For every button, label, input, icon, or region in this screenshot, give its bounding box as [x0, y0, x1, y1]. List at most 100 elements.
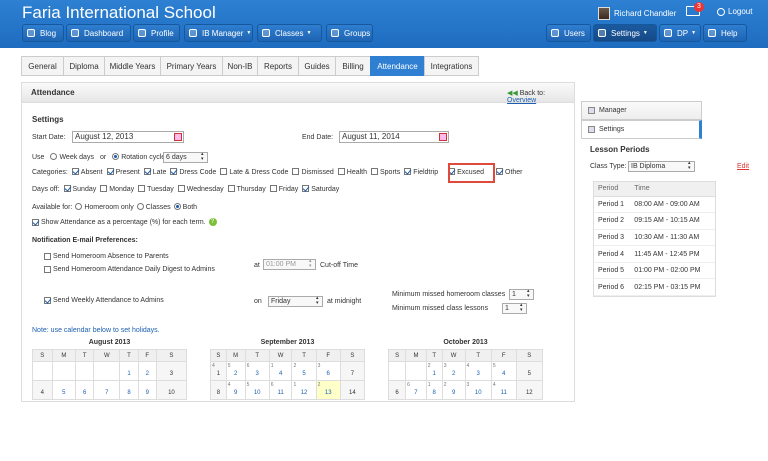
- checkbox[interactable]: [100, 185, 108, 192]
- calendar-day[interactable]: 9: [137, 380, 157, 400]
- calendar-day[interactable]: 6: [75, 380, 95, 400]
- weekly-admins-row[interactable]: Send Weekly Attendance to Admins: [44, 297, 164, 304]
- digest-admins-row[interactable]: Send Homeroom Attendance Daily Digest to…: [44, 266, 215, 273]
- nav-blog[interactable]: Blog: [22, 24, 64, 42]
- help-icon[interactable]: ?: [208, 218, 217, 226]
- end-date-input[interactable]: August 11, 2014: [339, 131, 449, 143]
- calendar-day[interactable]: 43: [464, 361, 492, 381]
- calendar-day[interactable]: 7: [339, 361, 366, 381]
- calendar-icon[interactable]: [439, 133, 447, 141]
- checkbox[interactable]: [106, 168, 114, 175]
- category-absent[interactable]: Absent: [71, 168, 103, 176]
- calendar-day[interactable]: 6: [387, 380, 407, 400]
- radio[interactable]: [112, 153, 120, 160]
- mail-icon[interactable]: 3: [686, 2, 704, 16]
- calendar-day[interactable]: 12: [515, 380, 544, 400]
- tab-primary-years[interactable]: Primary Years: [160, 56, 222, 76]
- sidebar-item-settings[interactable]: Settings: [581, 120, 702, 139]
- calendar-day[interactable]: 4: [32, 380, 53, 400]
- percentage-row[interactable]: Show Attendance as a percentage (%) for …: [32, 218, 217, 226]
- calendar-day[interactable]: 3: [155, 361, 188, 381]
- min-lessons-select[interactable]: 1: [502, 303, 527, 314]
- checkbox[interactable]: [63, 185, 71, 192]
- calendar-day[interactable]: 1 12: [291, 380, 317, 400]
- checkbox[interactable]: [302, 185, 310, 192]
- tab-middle-years[interactable]: Middle Years: [104, 56, 160, 76]
- checkbox[interactable]: [269, 185, 277, 192]
- calendar-day[interactable]: 25: [291, 361, 317, 381]
- calendar-day[interactable]: 7: [93, 380, 121, 400]
- calendar-day[interactable]: 2: [137, 361, 157, 381]
- sidebar-item-manager[interactable]: Manager: [581, 101, 702, 120]
- overview-link[interactable]: Overview: [507, 97, 536, 104]
- rotation-radio[interactable]: Rotation cycle: [112, 153, 165, 161]
- edit-link[interactable]: Edit: [737, 163, 749, 170]
- user-menu[interactable]: Richard Chandler: [598, 6, 676, 20]
- checkbox[interactable]: [220, 168, 228, 175]
- checkbox[interactable]: [404, 168, 412, 175]
- nav-help[interactable]: Help: [703, 24, 747, 42]
- available-homeroom[interactable]: Homeroom only: [75, 203, 134, 211]
- weekdays-radio[interactable]: Week days: [50, 153, 94, 161]
- calendar-day[interactable]: 52: [225, 361, 246, 381]
- day-saturday[interactable]: Saturday: [302, 185, 339, 193]
- tab-reports[interactable]: Reports: [257, 56, 298, 76]
- checkbox[interactable]: [496, 168, 503, 175]
- day-tuesday[interactable]: Tuesday: [138, 185, 174, 193]
- day-friday[interactable]: Friday: [269, 185, 298, 193]
- calendar-day[interactable]: 49: [225, 380, 246, 400]
- calendar-day[interactable]: 6 11: [268, 380, 293, 400]
- tab-diploma[interactable]: Diploma: [63, 56, 104, 76]
- calendar-day[interactable]: 5 10: [244, 380, 270, 400]
- calendar-day[interactable]: 67: [405, 380, 427, 400]
- tab-non-ib[interactable]: Non-IB: [222, 56, 257, 76]
- calendar-day[interactable]: 14: [268, 361, 293, 381]
- checkbox[interactable]: [32, 218, 39, 226]
- calendar-day[interactable]: 32: [441, 361, 466, 381]
- absence-parents-row[interactable]: Send Homeroom Absence to Parents: [44, 253, 169, 260]
- nav-dashboard[interactable]: Dashboard: [66, 24, 131, 42]
- checkbox[interactable]: [227, 185, 235, 192]
- radio[interactable]: [50, 153, 58, 160]
- tab-billing[interactable]: Billing: [335, 56, 370, 76]
- nav-classes[interactable]: Classes ▼: [257, 24, 322, 42]
- class-type-select[interactable]: IB Diploma: [628, 161, 695, 172]
- category-dismissed[interactable]: Dismissed: [292, 168, 334, 176]
- nav-settings[interactable]: Settings ▼: [593, 24, 657, 42]
- nav-dp[interactable]: DP ▼: [659, 24, 701, 42]
- tab-general[interactable]: General: [21, 56, 63, 76]
- day-thursday[interactable]: Thursday: [227, 185, 266, 193]
- nav-profile[interactable]: Profile: [133, 24, 180, 42]
- calendar-day[interactable]: 8: [119, 380, 139, 400]
- category-health[interactable]: Health: [337, 168, 367, 176]
- nav-users[interactable]: Users: [546, 24, 591, 42]
- nav-groups[interactable]: Groups: [326, 24, 373, 42]
- calendar-icon[interactable]: [174, 133, 182, 141]
- calendar-day[interactable]: 41: [210, 361, 227, 381]
- checkbox[interactable]: [371, 168, 378, 175]
- category-late-dress-code[interactable]: Late & Dress Code: [220, 168, 288, 176]
- checkbox[interactable]: [143, 168, 151, 175]
- calendar-day[interactable]: 18: [425, 380, 443, 400]
- calendar-day[interactable]: 29: [441, 380, 466, 400]
- available-both[interactable]: Both: [173, 203, 197, 211]
- calendar-day[interactable]: 1: [119, 361, 139, 381]
- rotation-select[interactable]: 6 days: [163, 152, 208, 163]
- day-wednesday[interactable]: Wednesday: [177, 185, 224, 193]
- calendar-day[interactable]: 14: [339, 380, 366, 400]
- checkbox[interactable]: [337, 168, 345, 175]
- category-fieldtrip[interactable]: Fieldtrip: [404, 168, 438, 176]
- nav-ib-manager[interactable]: IB Manager ▼: [184, 24, 253, 42]
- tab-attendance[interactable]: Attendance: [370, 56, 424, 76]
- checkbox[interactable]: [292, 168, 300, 175]
- cutoff-time-select[interactable]: 01:00 PM: [263, 259, 316, 270]
- calendar-day[interactable]: 5: [51, 380, 77, 400]
- calendar-day[interactable]: 54: [490, 361, 517, 381]
- calendar-day[interactable]: 3 10: [464, 380, 492, 400]
- weekly-day-select[interactable]: Friday: [268, 296, 323, 307]
- radio[interactable]: [75, 203, 83, 210]
- calendar-day[interactable]: 2 13: [315, 380, 341, 400]
- tab-integrations[interactable]: Integrations: [424, 56, 479, 76]
- checkbox[interactable]: [44, 253, 51, 260]
- category-present[interactable]: Present: [106, 168, 140, 176]
